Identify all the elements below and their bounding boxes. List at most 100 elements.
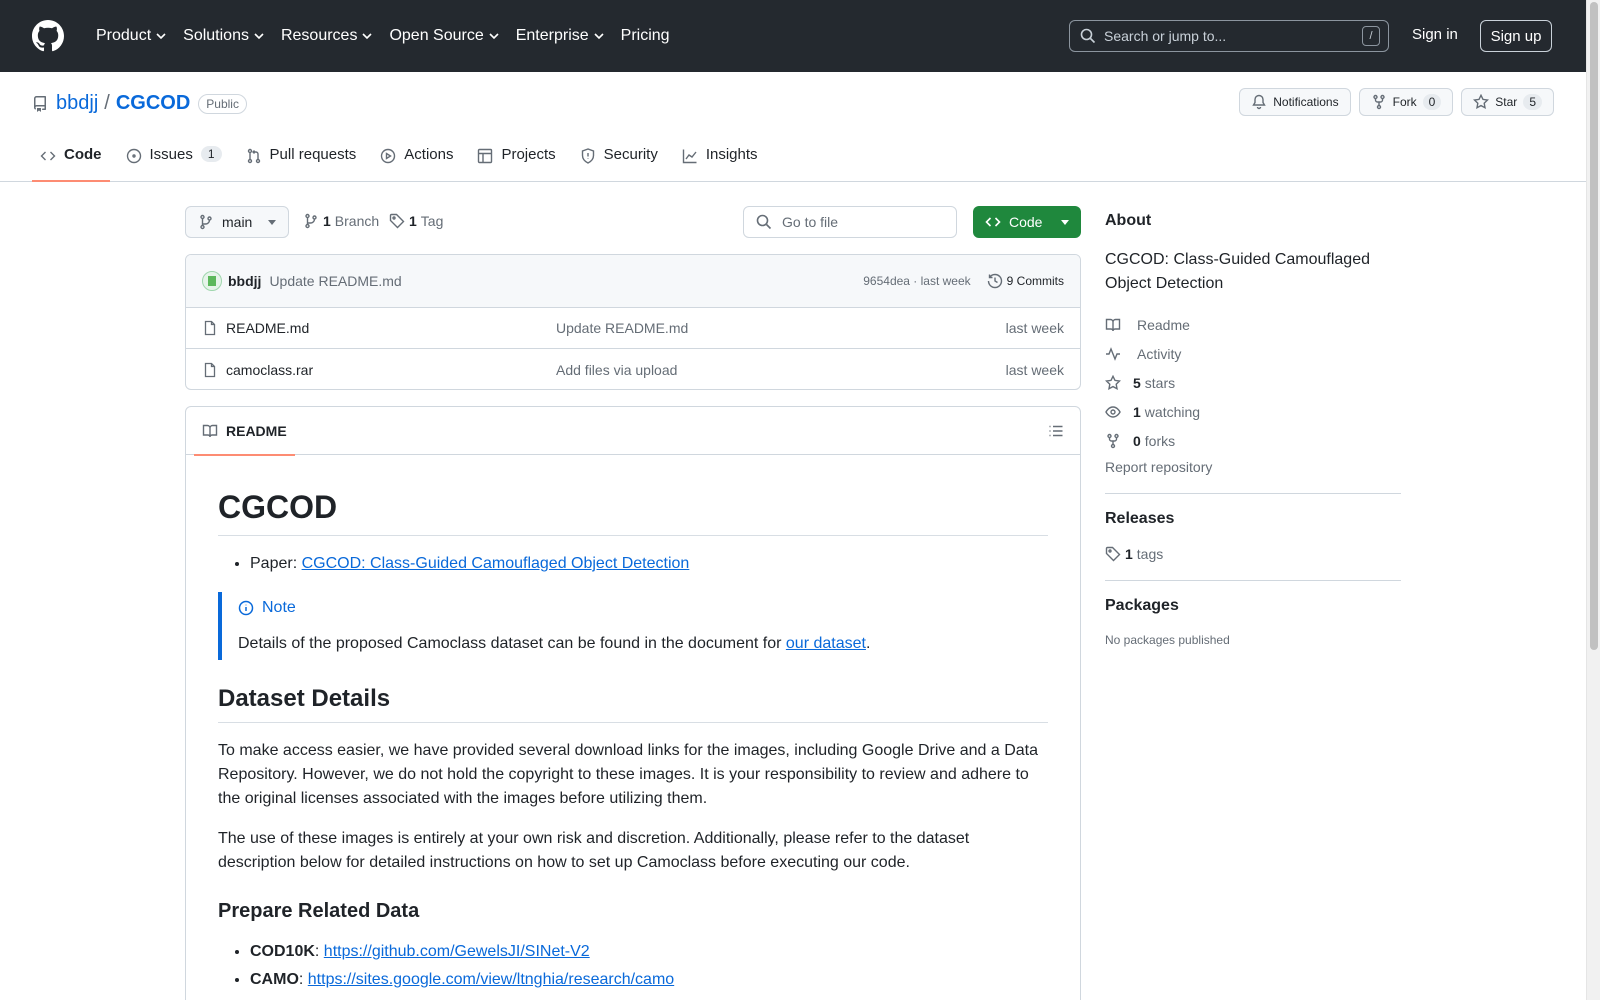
repo-separator: / <box>104 92 110 114</box>
paper-link[interactable]: CGCOD: Class-Guided Camouflaged Object D… <box>302 555 690 572</box>
branch-name: main <box>222 214 253 230</box>
file-name-link[interactable]: README.md <box>226 320 556 336</box>
chevron-down-icon <box>594 33 604 40</box>
tags-link[interactable]: 1 Tag <box>389 213 443 229</box>
fork-icon <box>1107 433 1119 448</box>
sidebar-item-watching[interactable]: 1 watching <box>1105 397 1401 426</box>
sidebar-item-forks[interactable]: 0 forks <box>1105 426 1401 455</box>
nav-enterprise[interactable]: Enterprise <box>508 20 613 52</box>
github-logo-icon[interactable] <box>32 20 64 52</box>
file-name-link[interactable]: camoclass.rar <box>226 362 556 378</box>
nav-product[interactable]: Product <box>88 20 175 52</box>
tab-issues[interactable]: Issues 1 <box>118 142 230 182</box>
file-icon <box>204 362 216 377</box>
divider <box>1105 493 1401 494</box>
tab-issues-label: Issues <box>149 146 193 163</box>
note-title: Note <box>238 596 1032 620</box>
nav-pricing[interactable]: Pricing <box>613 20 678 52</box>
releases-tags-link[interactable]: 1 tags <box>1105 546 1401 562</box>
dataset-link[interactable]: https://github.com/GewelsJI/SINet-V2 <box>324 943 590 960</box>
list-item: Paper: CGCOD: Class-Guided Camouflaged O… <box>250 552 1048 576</box>
releases-heading[interactable]: Releases <box>1105 510 1401 528</box>
branches-link[interactable]: 1 Branch <box>303 213 379 229</box>
packages-heading[interactable]: Packages <box>1105 597 1401 615</box>
list-item: COD10K: https://github.com/GewelsJI/SINe… <box>250 940 1048 964</box>
bell-icon <box>1252 94 1266 110</box>
latest-commit-row: bbdjj Update README.md 9654dea · last we… <box>186 255 1080 308</box>
sidebar-item-label: Activity <box>1137 345 1182 362</box>
note-title-label: Note <box>262 599 296 616</box>
nav-open-source[interactable]: Open Source <box>381 20 507 52</box>
section-heading-dataset-details: Dataset Details <box>218 684 1048 723</box>
code-button-label: Code <box>1009 214 1043 230</box>
star-button[interactable]: Star 5 <box>1461 88 1554 116</box>
tab-security[interactable]: Security <box>572 142 666 182</box>
play-icon <box>381 148 396 164</box>
global-search-input[interactable]: Search or jump to... / <box>1069 20 1389 52</box>
sidebar-item-readme[interactable]: Readme <box>1105 310 1401 339</box>
book-icon <box>1105 318 1121 331</box>
repo-owner-link[interactable]: bbdjj <box>56 92 98 115</box>
readme-title: CGCOD <box>218 487 1048 536</box>
sidebar-item-activity[interactable]: Activity <box>1105 339 1401 368</box>
readme-panel: README CGCOD Paper: CGCOD: Class-Guided … <box>185 406 1081 1000</box>
commit-author-link[interactable]: bbdjj <box>228 273 261 289</box>
code-dropdown-button[interactable]: Code <box>973 206 1081 238</box>
tag-count-label: Tag <box>420 213 444 229</box>
paper-list: Paper: CGCOD: Class-Guided Camouflaged O… <box>218 552 1048 576</box>
file-commit-message[interactable]: Update README.md <box>556 320 1006 336</box>
visibility-badge: Public <box>198 93 247 114</box>
search-icon <box>756 214 772 230</box>
sidebar-item-label: Readme <box>1137 316 1190 333</box>
readme-tab[interactable]: README <box>194 407 295 456</box>
fork-button[interactable]: Fork 0 <box>1358 88 1454 116</box>
sign-up-button[interactable]: Sign up <box>1480 20 1552 52</box>
go-to-file-placeholder: Go to file <box>782 214 839 230</box>
go-to-file-input[interactable]: Go to file <box>743 206 957 238</box>
nav-resources[interactable]: Resources <box>273 20 381 52</box>
pulse-icon <box>1106 346 1120 361</box>
list-unordered-icon[interactable] <box>1048 423 1064 439</box>
commit-hash-time[interactable]: 9654dea · last week <box>863 274 970 288</box>
repo-name-link[interactable]: CGCOD <box>116 92 190 115</box>
tab-code[interactable]: Code <box>32 142 110 182</box>
pull-request-icon <box>247 148 260 164</box>
file-icon <box>204 320 216 336</box>
sidebar-item-label: stars <box>1144 374 1176 391</box>
dataset-link[interactable]: https://sites.google.com/view/ltnghia/re… <box>308 971 674 988</box>
page-scrollbar[interactable] <box>1586 0 1600 1000</box>
scrollbar-thumb[interactable] <box>1590 2 1598 650</box>
report-repository-link[interactable]: Report repository <box>1105 459 1401 475</box>
branch-count-label: Branch <box>334 213 380 229</box>
note-text: Details of the proposed Camoclass datase… <box>238 632 1032 656</box>
avatar[interactable] <box>202 271 222 291</box>
shield-icon <box>581 148 594 164</box>
tab-actions[interactable]: Actions <box>372 142 461 182</box>
tab-projects[interactable]: Projects <box>469 142 563 182</box>
about-heading: About <box>1105 212 1152 229</box>
tab-insights[interactable]: Insights <box>674 142 766 182</box>
star-icon <box>1473 94 1490 109</box>
no-packages-text: No packages published <box>1105 633 1230 647</box>
history-icon <box>987 273 1002 289</box>
star-count: 5 <box>1523 94 1542 110</box>
dataset-doc-link[interactable]: our dataset <box>786 635 866 652</box>
divider <box>1105 580 1401 581</box>
sign-in-link[interactable]: Sign in <box>1412 26 1458 43</box>
notifications-button[interactable]: Notifications <box>1239 88 1351 116</box>
branch-icon <box>200 214 212 230</box>
repo-title: bbdjj / CGCOD Public <box>32 92 247 115</box>
notifications-label: Notifications <box>1273 95 1339 109</box>
commit-message-link[interactable]: Update README.md <box>269 273 401 289</box>
caret-down-icon <box>268 219 276 225</box>
tab-pull-requests[interactable]: Pull requests <box>238 142 365 182</box>
commits-link[interactable]: 9 Commits <box>987 273 1064 289</box>
nav-solutions[interactable]: Solutions <box>175 20 273 52</box>
file-commit-message[interactable]: Add files via upload <box>556 362 1006 378</box>
readme-header: README <box>186 407 1080 456</box>
sidebar-item-stars[interactable]: 5 stars <box>1105 368 1401 397</box>
repo-icon <box>34 95 46 112</box>
search-shortcut-key: / <box>1362 26 1380 46</box>
dataset-sep: : <box>314 943 324 960</box>
branch-selector[interactable]: main <box>185 206 289 238</box>
